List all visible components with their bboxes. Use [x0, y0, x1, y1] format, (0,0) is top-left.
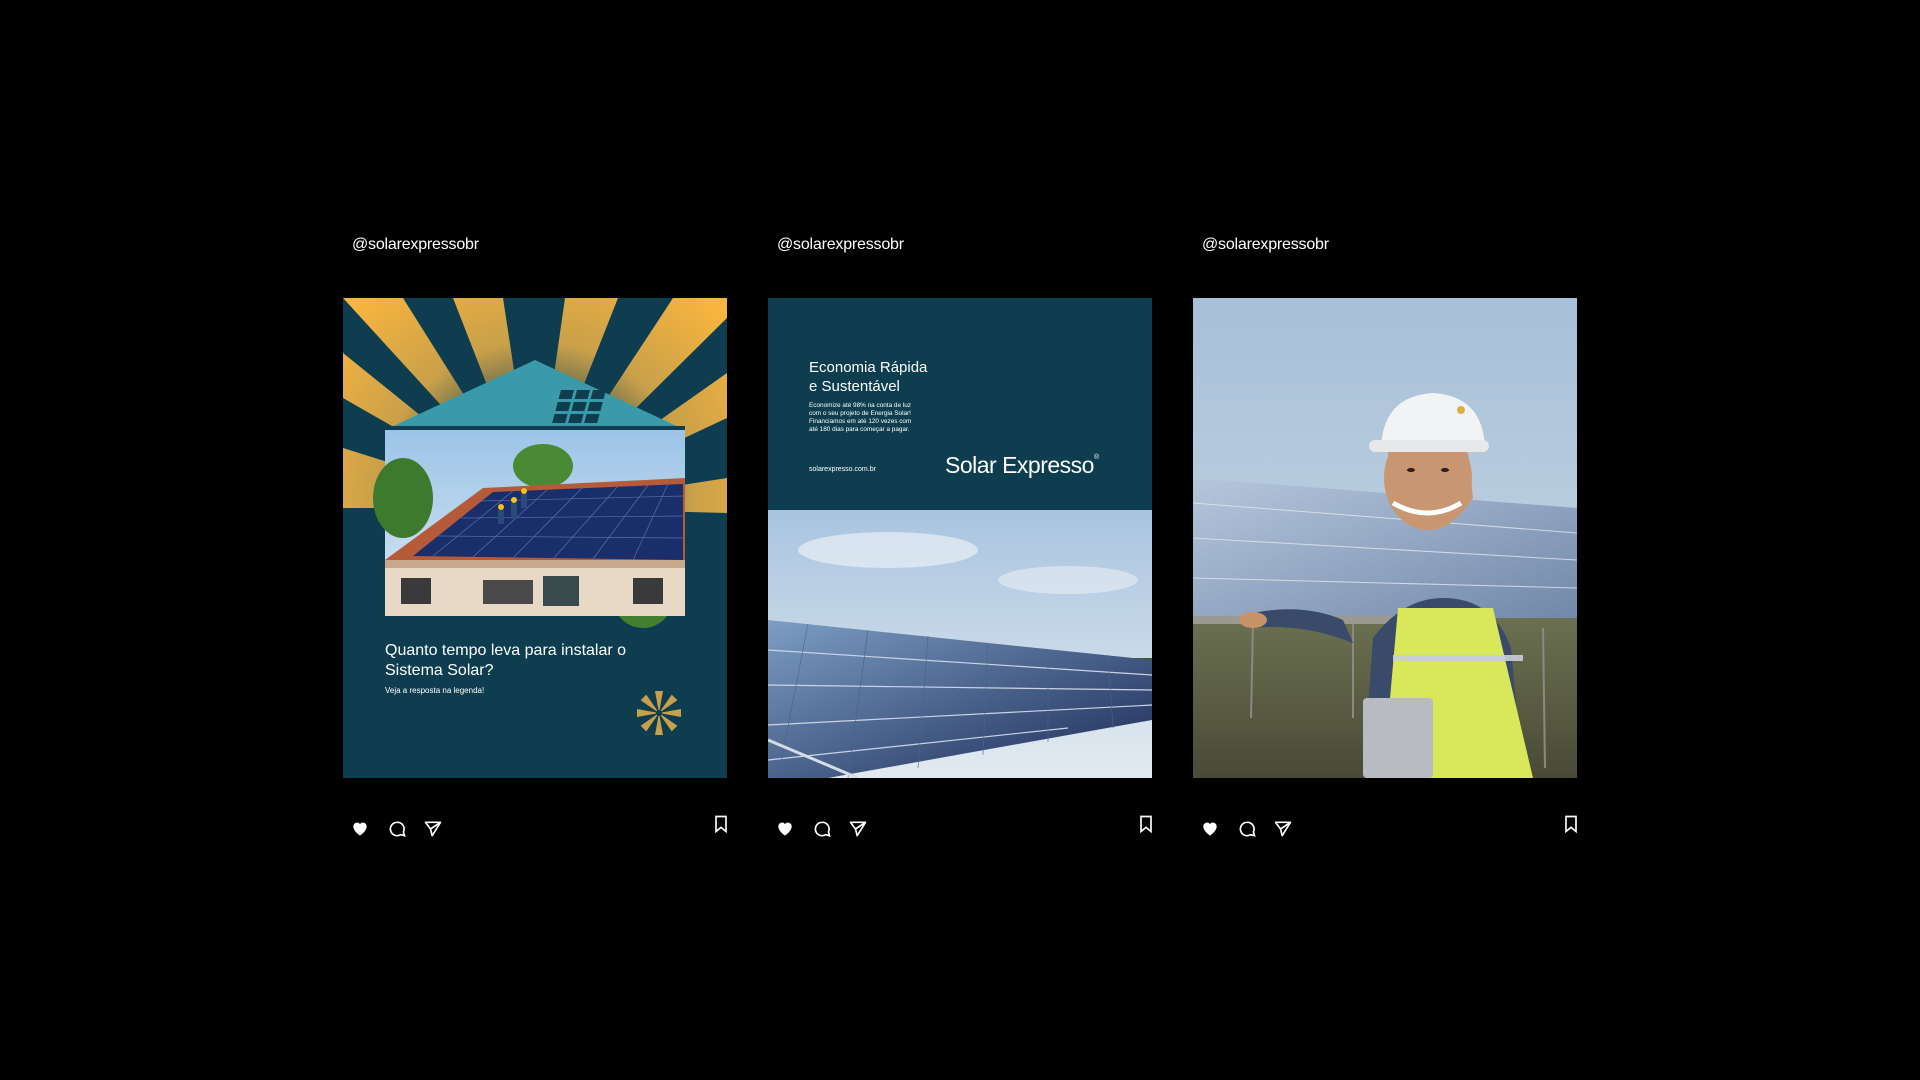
technician-photo — [1193, 298, 1577, 778]
heart-icon[interactable] — [1200, 818, 1220, 838]
post-actions — [1193, 812, 1577, 842]
sunflower-logo-icon — [637, 691, 681, 735]
post-handle[interactable]: @solarexpressobr — [777, 236, 904, 254]
post-headline: Quanto tempo leva para instalar o Sistem… — [385, 642, 627, 679]
post-handle[interactable]: @solarexpressobr — [352, 236, 479, 254]
comment-icon[interactable] — [387, 819, 407, 839]
post-image[interactable] — [1193, 298, 1577, 778]
post-body: Economize até 98% na conta de luz com o … — [809, 402, 912, 433]
post-handle[interactable]: @solarexpressobr — [1202, 236, 1329, 254]
solar-field-photo — [768, 510, 1152, 778]
post-image[interactable]: Quanto tempo leva para instalar o Sistem… — [343, 298, 727, 778]
post-actions — [343, 812, 727, 842]
rooftop-photo — [373, 430, 685, 628]
bookmark-icon[interactable] — [1561, 814, 1581, 834]
bookmark-icon[interactable] — [711, 814, 731, 834]
comment-icon[interactable] — [1237, 819, 1257, 839]
send-icon[interactable] — [1273, 819, 1293, 839]
bookmark-icon[interactable] — [1136, 814, 1156, 834]
brand-logo: Solar Expresso® — [945, 452, 1099, 478]
heart-icon[interactable] — [775, 818, 795, 838]
post-subtext: Veja a resposta na legenda! — [385, 686, 485, 695]
comment-icon[interactable] — [812, 819, 832, 839]
send-icon[interactable] — [848, 819, 868, 839]
post-headline: Economia Rápida e Sustentável — [809, 359, 928, 395]
post-actions — [768, 812, 1152, 842]
heart-icon[interactable] — [350, 818, 370, 838]
send-icon[interactable] — [423, 819, 443, 839]
post-image[interactable]: Economia Rápida e Sustentável Economize … — [768, 298, 1152, 778]
sunburst-house-graphic — [343, 298, 727, 778]
website-url: solarexpresso.com.br — [809, 466, 876, 473]
